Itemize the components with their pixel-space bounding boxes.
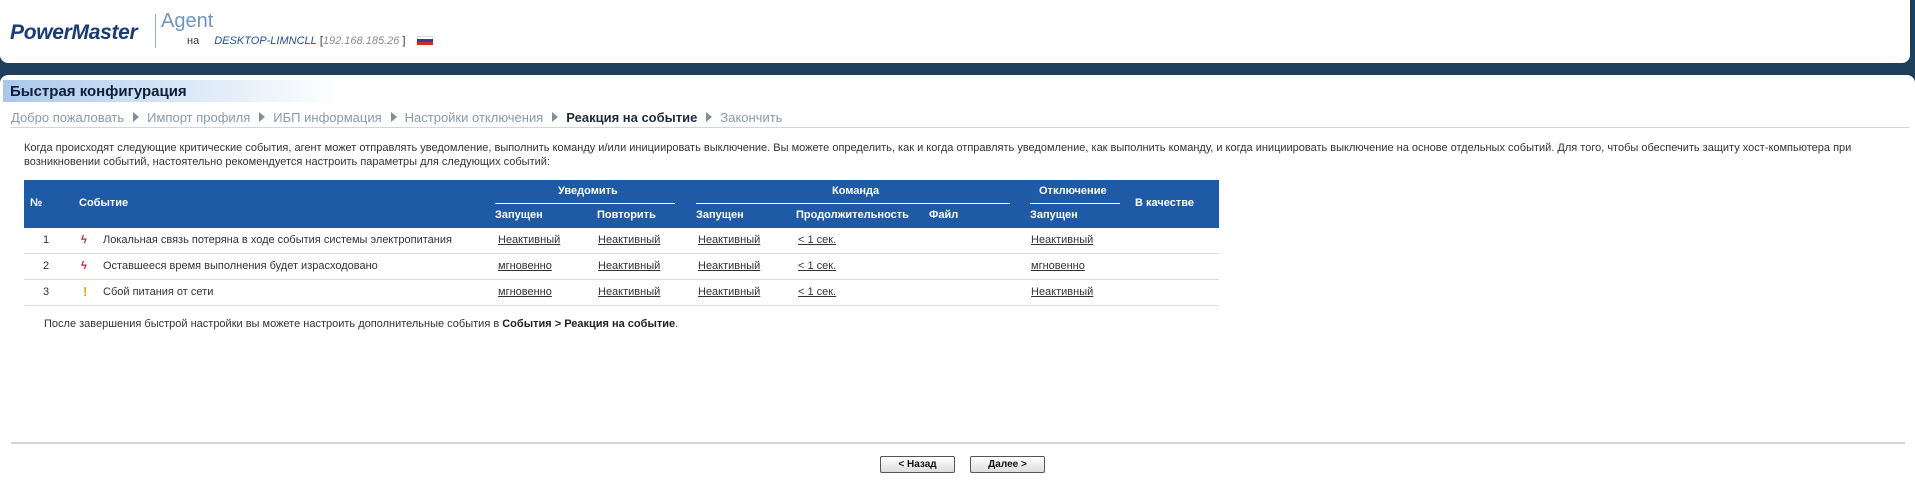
logo-divider xyxy=(155,14,156,48)
col-shut-started-header: Запущен xyxy=(1030,209,1078,221)
cmd-duration-link[interactable]: < 1 сек. xyxy=(798,234,836,246)
col-shutdown-header: Отключение xyxy=(1039,185,1107,197)
notify-started-link[interactable]: Неактивный xyxy=(498,234,560,246)
breadcrumb-shutdown-settings[interactable]: Настройки отключения xyxy=(405,110,544,125)
cmd-started-link[interactable]: Неактивный xyxy=(698,286,760,298)
col-notify-started-header: Запущен xyxy=(495,209,543,221)
breadcrumb-arrow-icon xyxy=(706,112,713,122)
main-panel: Быстрая конфигурация Добро пожаловать Имп… xyxy=(0,75,1915,496)
col-num-header: № xyxy=(30,197,43,209)
notify-started-link[interactable]: мгновенно xyxy=(498,260,552,272)
breadcrumb-arrow-icon xyxy=(259,112,266,122)
breadcrumb-ups-info[interactable]: ИБП информация xyxy=(273,110,381,125)
breadcrumb-arrow-icon xyxy=(133,112,140,122)
lightning-icon: ϟ xyxy=(81,234,87,246)
section-title: Быстрая конфигурация xyxy=(3,80,343,102)
ip-bracket-close: ] xyxy=(402,35,406,47)
after-note-suffix: . xyxy=(675,318,679,330)
breadcrumb-divider xyxy=(11,127,1909,128)
breadcrumb-welcome[interactable]: Добро пожаловать xyxy=(11,110,124,125)
row-number: 2 xyxy=(43,260,50,272)
row-number: 1 xyxy=(43,234,50,246)
table-row: 2 ϟ Оставшееся время выполнения будет из… xyxy=(24,254,1219,280)
shut-started-link[interactable]: Неактивный xyxy=(1031,234,1093,246)
lightning-icon: ϟ xyxy=(81,260,87,272)
breadcrumb: Добро пожаловать Импорт профиля ИБП информ… xyxy=(11,110,782,125)
breadcrumb-finish[interactable]: Закончить xyxy=(720,110,782,125)
app-title: Agent xyxy=(161,10,214,32)
event-name: Оставшееся время выполнения будет израсх… xyxy=(103,260,378,272)
notify-repeat-link[interactable]: Неактивный xyxy=(598,234,660,246)
after-note-prefix: После завершения быстрой настройки вы мо… xyxy=(44,318,503,330)
shut-started-link[interactable]: Неактивный xyxy=(1031,286,1093,298)
table-header: № Событие Уведомить Команда Отключение В… xyxy=(24,180,1219,228)
host-ip: 192.168.185.26 xyxy=(322,35,400,47)
col-command-header: Команда xyxy=(832,185,880,197)
col-cmd-file-header: Файл xyxy=(929,209,959,221)
russia-flag-icon[interactable] xyxy=(416,35,433,45)
row-number: 3 xyxy=(43,286,50,298)
breadcrumb-import-profile[interactable]: Импорт профиля xyxy=(147,110,250,125)
intro-text: Когда происходят следующие критические с… xyxy=(24,142,1852,168)
table-row: 3 ! Сбой питания от сети мгновенно Неакт… xyxy=(24,280,1219,306)
notify-divider xyxy=(495,203,675,204)
breadcrumb-arrow-icon xyxy=(390,112,397,122)
after-setup-note: После завершения быстрой настройки вы мо… xyxy=(44,318,678,330)
powermaster-logo: PowerMaster xyxy=(10,21,138,44)
cmd-started-link[interactable]: Неактивный xyxy=(698,260,760,272)
cmd-duration-link[interactable]: < 1 сек. xyxy=(798,286,836,298)
top-banner: PowerMaster Agent на DESKTOP-LIMNCLL [19… xyxy=(0,0,1910,63)
notify-repeat-link[interactable]: Неактивный xyxy=(598,286,660,298)
col-cmd-duration-header: Продолжительность xyxy=(796,209,909,221)
footer-divider xyxy=(11,442,1905,444)
notify-started-link[interactable]: мгновенно xyxy=(498,286,552,298)
host-info: на DESKTOP-LIMNCLL [192.168.185.26 ] xyxy=(187,35,433,47)
event-name: Сбой питания от сети xyxy=(103,286,214,298)
table-row: 1 ϟ Локальная связь потеряна в ходе собы… xyxy=(24,228,1219,254)
shut-started-link[interactable]: мгновенно xyxy=(1031,260,1085,272)
warning-icon: ! xyxy=(83,284,88,299)
col-as-header: В качестве xyxy=(1135,197,1194,209)
events-table: № Событие Уведомить Команда Отключение В… xyxy=(24,180,1219,306)
shutdown-divider xyxy=(1030,203,1120,204)
event-name: Локальная связь потеряна в ходе события … xyxy=(103,234,452,246)
col-cmd-started-header: Запущен xyxy=(696,209,744,221)
col-notify-header: Уведомить xyxy=(558,185,618,197)
cmd-duration-link[interactable]: < 1 сек. xyxy=(798,260,836,272)
on-label: на xyxy=(187,35,200,47)
breadcrumb-event-action: Реакция на событие xyxy=(566,110,698,125)
next-button[interactable]: Далее > xyxy=(970,456,1045,473)
after-note-path: События > Реакция на событие xyxy=(502,318,676,330)
breadcrumb-arrow-icon xyxy=(552,112,559,122)
command-divider xyxy=(696,203,1010,204)
cmd-started-link[interactable]: Неактивный xyxy=(698,234,760,246)
notify-repeat-link[interactable]: Неактивный xyxy=(598,260,660,272)
back-button[interactable]: < Назад xyxy=(880,456,955,473)
col-notify-repeat-header: Повторить xyxy=(597,209,656,221)
col-event-header: Событие xyxy=(79,197,129,209)
host-name: DESKTOP-LIMNCLL xyxy=(214,35,317,47)
